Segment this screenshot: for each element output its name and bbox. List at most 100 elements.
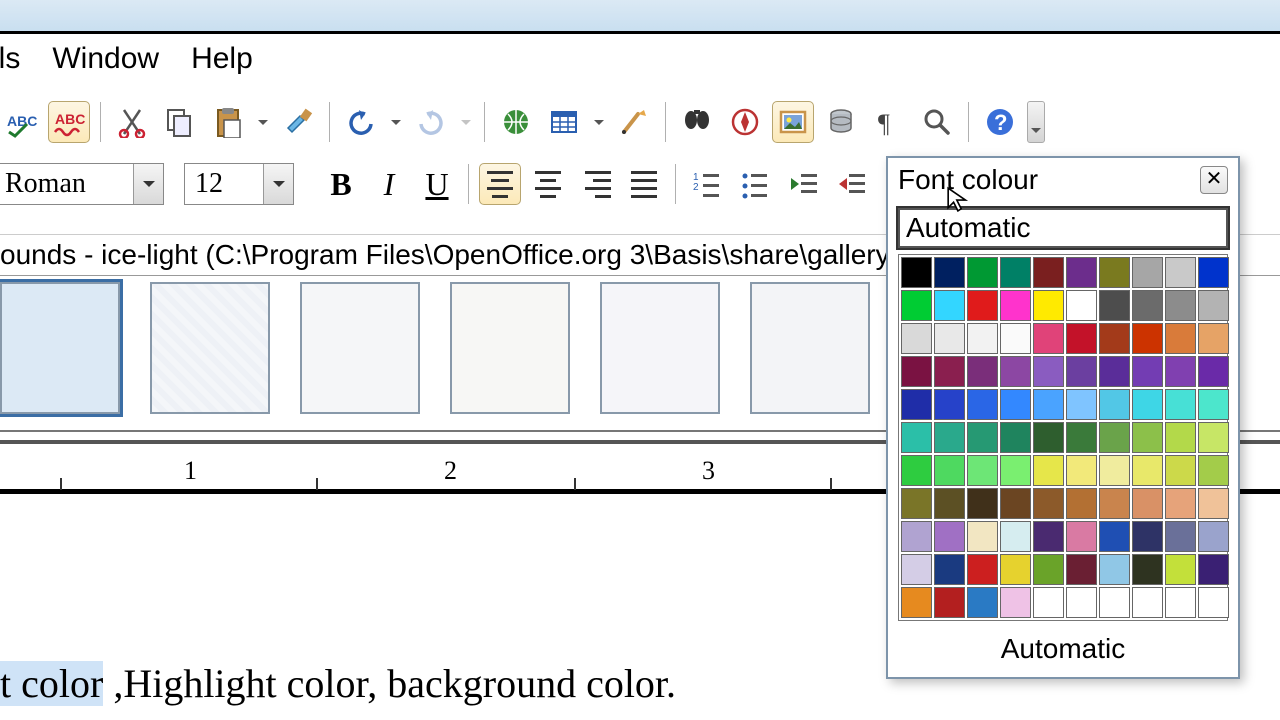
close-button[interactable]: ✕	[1200, 166, 1228, 194]
insert-table-button[interactable]	[543, 101, 585, 143]
gallery-thumbnail[interactable]	[450, 282, 570, 414]
colour-swatch[interactable]	[901, 389, 932, 420]
colour-swatch[interactable]	[1033, 587, 1064, 618]
colour-swatch[interactable]	[1033, 422, 1064, 453]
colour-swatch[interactable]	[901, 323, 932, 354]
colour-swatch[interactable]	[967, 488, 998, 519]
colour-swatch[interactable]	[1165, 455, 1196, 486]
colour-swatch[interactable]	[1099, 488, 1130, 519]
colour-swatch[interactable]	[1000, 521, 1031, 552]
bold-button[interactable]: B	[320, 163, 362, 205]
colour-swatch[interactable]	[901, 488, 932, 519]
colour-swatch[interactable]	[1066, 521, 1097, 552]
help-button[interactable]: ?	[979, 101, 1021, 143]
colour-swatch[interactable]	[967, 587, 998, 618]
colour-swatch[interactable]	[901, 257, 932, 288]
colour-swatch[interactable]	[1198, 587, 1229, 618]
colour-swatch[interactable]	[1066, 455, 1097, 486]
colour-swatch[interactable]	[1066, 422, 1097, 453]
colour-swatch[interactable]	[1198, 389, 1229, 420]
menu-tools[interactable]: ols	[0, 42, 20, 76]
colour-swatch[interactable]	[967, 356, 998, 387]
colour-swatch[interactable]	[1000, 587, 1031, 618]
copy-button[interactable]	[159, 101, 201, 143]
colour-swatch[interactable]	[1033, 323, 1064, 354]
paste-dropdown[interactable]	[255, 114, 271, 130]
font-name-dropdown[interactable]	[133, 164, 163, 204]
colour-swatch[interactable]	[967, 257, 998, 288]
spellcheck-button[interactable]: ABC	[0, 101, 42, 143]
colour-swatch[interactable]	[1066, 554, 1097, 585]
menu-window[interactable]: Window	[52, 42, 159, 76]
colour-swatch[interactable]	[967, 455, 998, 486]
colour-swatch[interactable]	[1066, 290, 1097, 321]
colour-swatch[interactable]	[1132, 389, 1163, 420]
colour-swatch[interactable]	[1198, 488, 1229, 519]
colour-swatch[interactable]	[1000, 323, 1031, 354]
colour-swatch[interactable]	[1165, 587, 1196, 618]
colour-swatch[interactable]	[1000, 488, 1031, 519]
colour-swatch[interactable]	[1000, 554, 1031, 585]
colour-swatch[interactable]	[1132, 290, 1163, 321]
colour-swatch[interactable]	[967, 323, 998, 354]
colour-swatch[interactable]	[1066, 323, 1097, 354]
align-center-button[interactable]	[527, 163, 569, 205]
colour-swatch[interactable]	[1165, 290, 1196, 321]
colour-swatch[interactable]	[1198, 356, 1229, 387]
underline-button[interactable]: U	[416, 163, 458, 205]
colour-swatch[interactable]	[1132, 356, 1163, 387]
colour-swatch[interactable]	[1198, 323, 1229, 354]
colour-swatch[interactable]	[1165, 323, 1196, 354]
colour-swatch[interactable]	[1000, 389, 1031, 420]
colour-swatch[interactable]	[1132, 488, 1163, 519]
colour-swatch[interactable]	[1099, 521, 1130, 552]
table-dropdown[interactable]	[591, 114, 607, 130]
colour-swatch[interactable]	[1066, 488, 1097, 519]
colour-swatch[interactable]	[1099, 455, 1130, 486]
colour-swatch[interactable]	[1198, 290, 1229, 321]
colour-swatch[interactable]	[1066, 587, 1097, 618]
colour-swatch[interactable]	[1132, 422, 1163, 453]
colour-swatch[interactable]	[1000, 257, 1031, 288]
hyperlink-button[interactable]	[495, 101, 537, 143]
colour-swatch[interactable]	[1132, 554, 1163, 585]
decrease-indent-button[interactable]	[782, 163, 824, 205]
colour-swatch[interactable]	[934, 521, 965, 552]
bullet-list-button[interactable]	[734, 163, 776, 205]
undo-button[interactable]	[340, 101, 382, 143]
colour-swatch[interactable]	[967, 389, 998, 420]
colour-swatch[interactable]	[934, 323, 965, 354]
gallery-thumbnail[interactable]	[750, 282, 870, 414]
colour-swatch[interactable]	[901, 587, 932, 618]
font-name-combo[interactable]: Roman	[0, 163, 164, 205]
colour-swatch[interactable]	[1198, 422, 1229, 453]
auto-spellcheck-button[interactable]: ABC	[48, 101, 90, 143]
colour-swatch[interactable]	[1099, 257, 1130, 288]
colour-swatch[interactable]	[1099, 389, 1130, 420]
colour-swatch[interactable]	[1132, 455, 1163, 486]
gallery-thumbnail[interactable]	[300, 282, 420, 414]
colour-swatch[interactable]	[1198, 554, 1229, 585]
colour-swatch[interactable]	[967, 554, 998, 585]
colour-swatch[interactable]	[934, 455, 965, 486]
colour-swatch[interactable]	[1132, 521, 1163, 552]
colour-swatch[interactable]	[1132, 323, 1163, 354]
gallery-thumbnail[interactable]	[0, 282, 120, 414]
colour-swatch[interactable]	[1099, 554, 1130, 585]
colour-swatch[interactable]	[1198, 455, 1229, 486]
colour-swatch[interactable]	[901, 521, 932, 552]
automatic-colour-label[interactable]: Automatic	[888, 627, 1238, 677]
colour-swatch[interactable]	[901, 356, 932, 387]
colour-swatch[interactable]	[1165, 554, 1196, 585]
colour-swatch[interactable]	[934, 257, 965, 288]
gallery-button[interactable]	[772, 101, 814, 143]
colour-swatch[interactable]	[1099, 323, 1130, 354]
font-size-combo[interactable]: 12	[184, 163, 294, 205]
colour-swatch[interactable]	[1099, 587, 1130, 618]
cut-button[interactable]	[111, 101, 153, 143]
colour-swatch[interactable]	[1033, 389, 1064, 420]
undo-dropdown[interactable]	[388, 114, 404, 130]
increase-indent-button[interactable]	[830, 163, 872, 205]
align-right-button[interactable]	[575, 163, 617, 205]
colour-swatch[interactable]	[967, 521, 998, 552]
